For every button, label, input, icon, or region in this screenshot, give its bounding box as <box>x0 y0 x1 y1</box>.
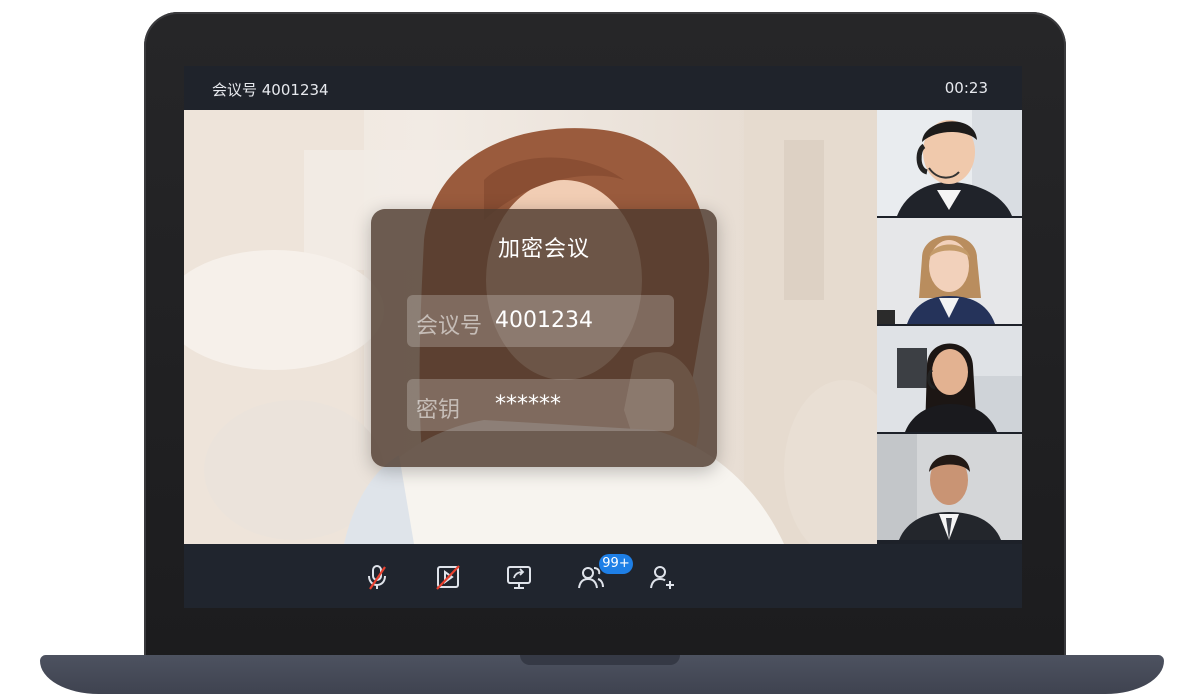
participant-tile[interactable] <box>877 326 1022 432</box>
video-off-icon <box>436 565 460 590</box>
meeting-id-field-value: 4001234 <box>495 308 593 333</box>
laptop-base-notch <box>520 655 680 665</box>
password-field-label: 密钥 <box>416 398 461 423</box>
dialog-title: 加密会议 <box>497 237 590 262</box>
main-speaker-video: 加密会议 会议号 4001234 密钥 ****** <box>184 110 877 544</box>
add-user-icon <box>650 566 674 589</box>
meeting-toolbar: 99+ <box>184 544 1022 608</box>
video-toggle-button[interactable] <box>431 560 465 594</box>
meeting-id-label: 会议号 4001234 <box>212 81 329 99</box>
meeting-timer: 00:23 <box>944 79 988 97</box>
participant-strip <box>877 110 1022 544</box>
participant-tile[interactable] <box>877 218 1022 324</box>
meeting-topbar: 会议号 4001234 00:23 <box>184 66 1022 110</box>
secure-meeting-dialog: 加密会议 会议号 4001234 密钥 ****** <box>371 209 717 467</box>
mic-muted-icon <box>368 565 386 590</box>
participant-tile[interactable] <box>877 434 1022 540</box>
meeting-screen: 会议号 4001234 00:23 加密会议 会议号 4001234 密钥 **… <box>184 66 1022 608</box>
password-field-value: ****** <box>495 392 561 417</box>
share-screen-icon <box>507 566 531 589</box>
meeting-id-field-label: 会议号 <box>416 314 483 339</box>
participants-count-badge: 99+ <box>599 554 633 574</box>
share-screen-button[interactable] <box>502 560 536 594</box>
password-field[interactable]: 密钥 ****** <box>407 379 674 431</box>
invite-button[interactable] <box>645 560 679 594</box>
mute-button[interactable] <box>360 560 394 594</box>
participant-tile[interactable] <box>877 110 1022 216</box>
meeting-id-field[interactable]: 会议号 4001234 <box>407 295 674 347</box>
